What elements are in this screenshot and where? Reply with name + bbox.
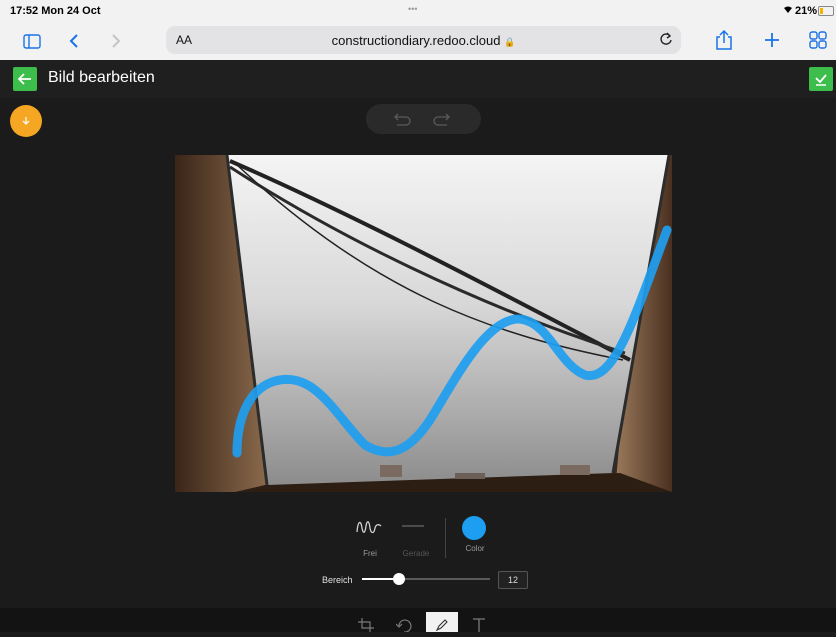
photo-canvas[interactable] (175, 155, 672, 492)
page-title: Bild bearbeiten (48, 69, 155, 86)
free-draw-tool[interactable]: Frei (355, 516, 385, 562)
status-bar: 17:52 Mon 24 Oct ••• 21% (0, 0, 836, 22)
url-text: constructiondiary.redoo.cloud 🔒 (166, 33, 681, 48)
save-button[interactable] (809, 67, 833, 91)
redo-icon[interactable] (432, 112, 450, 131)
lock-icon: 🔒 (504, 37, 516, 47)
url-label: constructiondiary.redoo.cloud (331, 33, 501, 48)
draw-tool-active[interactable] (426, 612, 458, 632)
free-label: Frei (363, 549, 377, 558)
undo-redo-group (366, 104, 481, 134)
checkmark-icon (815, 74, 827, 86)
arrow-left-icon (18, 73, 31, 85)
status-dots: ••• (408, 4, 418, 14)
straight-line-icon (402, 525, 424, 527)
back-button[interactable] (13, 67, 37, 91)
color-swatch[interactable] (462, 516, 486, 540)
share-icon[interactable] (712, 28, 736, 52)
color-label: Color (465, 544, 485, 553)
straight-line-tool[interactable]: Gerade (398, 516, 434, 562)
tabs-overview-icon[interactable] (806, 28, 830, 52)
range-value-box[interactable]: 12 (498, 571, 528, 589)
forward-icon[interactable] (106, 30, 126, 52)
text-icon[interactable] (472, 618, 486, 637)
wifi-icon (783, 5, 793, 17)
crop-icon[interactable] (358, 618, 374, 637)
tool-divider (445, 518, 446, 558)
new-tab-icon[interactable] (760, 28, 784, 52)
rotate-icon[interactable] (395, 618, 412, 637)
download-button[interactable] (10, 105, 42, 137)
range-slider-thumb[interactable] (393, 573, 405, 585)
straight-label: Gerade (402, 549, 430, 558)
battery-percent: 21% (795, 5, 818, 17)
battery-icon (818, 6, 834, 16)
app-header: Bild bearbeiten (0, 60, 836, 98)
freehand-icon (356, 521, 382, 534)
draw-icon (435, 619, 448, 632)
sidebar-icon[interactable] (20, 30, 44, 52)
status-time-date: 17:52 Mon 24 Oct (10, 5, 101, 17)
range-slider-track[interactable] (362, 573, 490, 585)
address-bar[interactable]: AA constructiondiary.redoo.cloud 🔒 (166, 26, 681, 54)
undo-icon[interactable] (394, 112, 412, 131)
back-icon[interactable] (64, 30, 84, 52)
bottom-toolbar (0, 608, 836, 633)
range-label: Bereich (322, 575, 353, 585)
color-picker[interactable]: Color (460, 516, 490, 562)
download-icon (22, 117, 30, 125)
reload-icon[interactable] (659, 31, 673, 52)
